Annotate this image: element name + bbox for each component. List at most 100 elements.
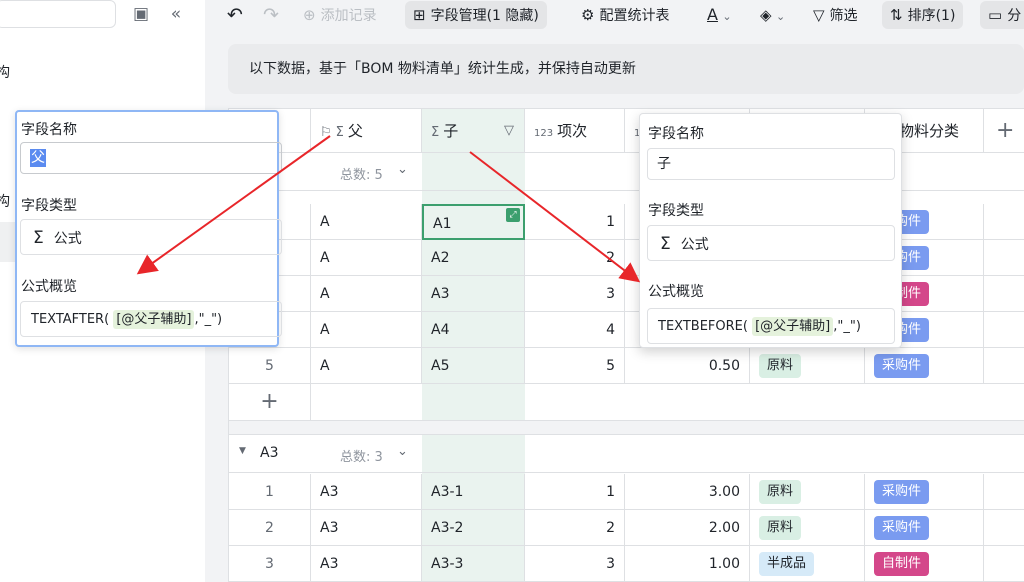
table-row[interactable]: AA33自制件 <box>229 276 1024 312</box>
table-row[interactable]: 3 A3 A3-3 3 1.00 半成品 自制件 <box>229 546 1024 582</box>
cell-type[interactable]: 半成品 <box>750 546 865 582</box>
cell-child[interactable]: A4 <box>422 312 525 348</box>
cell-child[interactable]: A2 <box>422 240 525 276</box>
formula-function: TEXTBEFORE( <box>658 319 748 334</box>
filter-icon[interactable]: ▽ <box>504 109 514 152</box>
cell-child[interactable]: A3-3 <box>422 546 525 582</box>
cell-qty[interactable]: 1.00 <box>625 546 750 582</box>
field-manage-label: 字段管理(1 隐藏) <box>430 8 539 24</box>
type-tag: 原料 <box>759 354 802 378</box>
header-parent[interactable]: ⚐ Σ 父 <box>311 109 422 153</box>
cell-qty[interactable]: 3.00 <box>625 474 750 510</box>
number-icon: 123 <box>534 128 554 139</box>
field-type-select[interactable]: Σ 公式 <box>647 225 895 261</box>
cell-category[interactable]: 采购件 <box>865 474 984 510</box>
cell-child-value: A3-1 <box>431 484 464 500</box>
group-header[interactable]: 总数: 5 ⌄ <box>229 153 1024 191</box>
fill-color-button[interactable]: ◈ ⌄ <box>760 1 785 29</box>
cell-category[interactable]: 采购件 <box>865 510 984 546</box>
filter-button[interactable]: ▽ 筛选 <box>813 1 858 29</box>
formula-preview[interactable]: TEXTBEFORE( [@父子辅助] ,"_") <box>647 308 895 344</box>
cell-category[interactable]: 自制件 <box>865 546 984 582</box>
group-header[interactable]: ▼ A3 总数: 3 ⌄ <box>229 435 1024 473</box>
redo-icon[interactable]: ↷ <box>263 1 279 29</box>
field-name-value: 父 <box>30 149 46 167</box>
flag-icon: ⚐ <box>320 125 332 140</box>
group-label: 分 <box>1007 8 1022 24</box>
table-row[interactable]: AA1⤢1采购件 <box>229 204 1024 240</box>
chevron-down-icon[interactable]: ⌄ <box>397 444 408 459</box>
add-record-button[interactable]: ⊕ 添加记录 <box>303 1 377 29</box>
table-row[interactable]: 1 A3 A3-1 1 3.00 原料 采购件 <box>229 474 1024 510</box>
cell-item-no[interactable]: 1 <box>525 474 625 510</box>
add-column-button[interactable]: + <box>984 109 1024 153</box>
field-popup-child: 字段名称 子 字段类型 Σ 公式 公式概览 TEXTBEFORE( [@父子辅助]… <box>639 113 902 348</box>
chevron-down-icon[interactable]: ⌄ <box>397 162 408 177</box>
table-row[interactable]: 2 A3 A3-2 2 2.00 原料 采购件 <box>229 510 1024 546</box>
sidebar-collapse-box-icon[interactable]: ▣ <box>130 4 152 24</box>
field-popup-parent: 字段名称 父 字段类型 Σ 公式 公式概览 TEXTAFTER( [@父子辅助],… <box>15 110 282 347</box>
category-tag: 采购件 <box>874 480 930 504</box>
field-name-input[interactable]: 父 <box>20 142 282 174</box>
undo-icon[interactable]: ↶ <box>227 1 243 29</box>
field-manage-button[interactable]: ⊞ 字段管理(1 隐藏) <box>405 1 547 29</box>
add-row-button[interactable]: + <box>229 384 311 421</box>
cell-item-no[interactable]: 2 <box>525 510 625 546</box>
cell-item-no[interactable]: 4 <box>525 312 625 348</box>
formula-icon: Σ <box>335 125 344 140</box>
collapse-triangle-icon[interactable]: ▼ <box>239 446 246 456</box>
text-color-button[interactable]: A ⌄ <box>707 1 732 29</box>
cell-item-no[interactable]: 3 <box>525 276 625 312</box>
group-button[interactable]: ▭ 分 <box>980 1 1024 29</box>
sort-button[interactable]: ⇅ 排序(1) <box>882 1 964 29</box>
field-type-select[interactable]: Σ 公式 <box>20 219 282 255</box>
header-category-label: 物料分类 <box>899 122 960 140</box>
notice-banner: 以下数据，基于「BOM 物料清单」统计生成，并保持自动更新 <box>228 44 1024 94</box>
expand-icon[interactable]: ⤢ <box>506 208 520 222</box>
cell-parent[interactable]: A <box>311 204 422 240</box>
cell-child[interactable]: A3 <box>422 276 525 312</box>
sidebar-item[interactable]: 构 <box>0 191 10 211</box>
cell-parent[interactable]: A <box>311 312 422 348</box>
cell-parent[interactable]: A <box>311 240 422 276</box>
cell-type[interactable]: 原料 <box>750 474 865 510</box>
cell-qty[interactable]: 2.00 <box>625 510 750 546</box>
cell-parent[interactable]: A3 <box>311 546 422 582</box>
field-name-label: 字段名称 <box>648 126 704 142</box>
stats-button[interactable]: ⚙ 配置统计表 <box>581 1 669 29</box>
formula-function: TEXTAFTER( <box>31 312 110 327</box>
formula-icon: Σ <box>431 125 440 140</box>
cell-type[interactable]: 原料 <box>750 348 865 384</box>
cell-child[interactable]: A1 ⤢ <box>422 204 525 240</box>
cell-item-no[interactable]: 1 <box>525 204 625 240</box>
cell-child[interactable]: A3-1 <box>422 474 525 510</box>
cell-item-no[interactable]: 2 <box>525 240 625 276</box>
header-item-no-label: 项次 <box>557 122 588 140</box>
cell-item-no[interactable]: 5 <box>525 348 625 384</box>
row-index: 3 <box>229 546 311 582</box>
table-row[interactable]: AA44采购件 <box>229 312 1024 348</box>
cell-parent[interactable]: A3 <box>311 474 422 510</box>
cell-type[interactable]: 原料 <box>750 510 865 546</box>
table-row[interactable]: 5 A A5 5 0.50 原料 采购件 <box>229 348 1024 384</box>
add-row: + <box>229 384 1024 421</box>
header-item-no[interactable]: 123 项次 <box>525 109 625 153</box>
cell-item-no[interactable]: 3 <box>525 546 625 582</box>
sidebar-search-input[interactable] <box>0 0 116 28</box>
sidebar-item[interactable]: 构 <box>0 62 10 82</box>
header-child[interactable]: Σ 子 ▽ <box>422 109 525 153</box>
table-row[interactable]: AA22采购件 <box>229 240 1024 276</box>
cell-category[interactable]: 采购件 <box>865 348 984 384</box>
cell-child[interactable]: A3-2 <box>422 510 525 546</box>
double-chevron-left-icon[interactable]: « <box>165 4 187 24</box>
cell-child[interactable]: A5 <box>422 348 525 384</box>
row-index: 5 <box>229 348 311 384</box>
formula-preview[interactable]: TEXTAFTER( [@父子辅助] ,"_") <box>20 301 282 337</box>
group-summary: 总数: 3 <box>340 450 383 465</box>
cell-qty[interactable]: 0.50 <box>625 348 750 384</box>
formula-field-ref: [@父子辅助] <box>752 317 834 336</box>
cell-parent[interactable]: A <box>311 276 422 312</box>
field-name-input[interactable]: 子 <box>647 148 895 180</box>
cell-parent[interactable]: A <box>311 348 422 384</box>
cell-parent[interactable]: A3 <box>311 510 422 546</box>
